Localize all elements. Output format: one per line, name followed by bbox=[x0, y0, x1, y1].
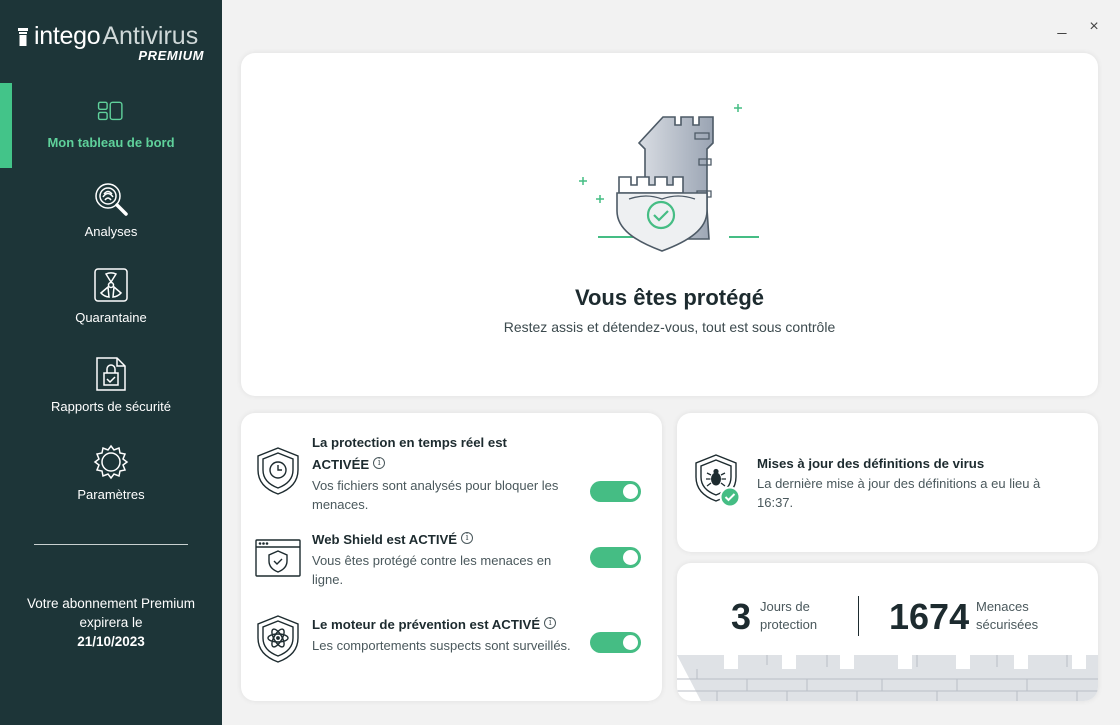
close-button[interactable]: × bbox=[1085, 18, 1103, 36]
subscription-line-1: Votre abonnement Premium bbox=[26, 596, 196, 611]
sidebar-item-label: Paramètres bbox=[77, 487, 145, 502]
web-shield-title: Web Shield est ACTIVÉ i bbox=[312, 529, 582, 551]
info-icon[interactable]: i bbox=[544, 617, 557, 629]
prevention-engine-title-text: Le moteur de prévention est ACTIVÉ bbox=[312, 617, 541, 632]
castle-shield-illustration bbox=[579, 104, 759, 252]
gear-icon bbox=[93, 444, 129, 480]
subscription-expiry-date: 21/10/2023 bbox=[77, 634, 145, 649]
clock-shield-icon bbox=[257, 447, 299, 495]
info-icon[interactable]: i bbox=[373, 457, 386, 469]
days-protected-value: 3 bbox=[731, 596, 752, 637]
sidebar-divider bbox=[34, 544, 188, 545]
web-shield-description: Vous êtes protégé contre les menaces en … bbox=[312, 553, 552, 587]
virus-definitions-title: Mises à jour des définitions de virus bbox=[757, 456, 985, 471]
realtime-protection-title: La protection en temps réel est ACTIVÉE i bbox=[312, 432, 582, 476]
prevention-engine-toggle[interactable] bbox=[590, 632, 641, 653]
browser-shield-icon bbox=[255, 539, 301, 577]
brand-name: intego bbox=[34, 22, 101, 50]
statistics-card: 3 Jours de protection 1674 Menaces sécur… bbox=[677, 563, 1098, 701]
virus-definitions-description: La dernière mise à jour des définitions … bbox=[757, 476, 1041, 510]
sidebar-item-dashboard[interactable]: Mon tableau de bord bbox=[0, 100, 222, 152]
sidebar-item-analyses[interactable]: Analyses bbox=[0, 181, 222, 241]
days-label-line-2: protection bbox=[760, 617, 818, 632]
prevention-engine-title: Le moteur de prévention est ACTIVÉ i bbox=[312, 614, 582, 636]
protection-status-card: Vous êtes protégé Restez assis et détend… bbox=[241, 53, 1098, 396]
app-logo: intego Antivirus PREMIUM bbox=[18, 22, 208, 63]
days-label-line-1: Jours de bbox=[760, 599, 810, 614]
sidebar-item-label: Quarantaine bbox=[75, 310, 147, 325]
threats-secured-label: Menaces sécurisées bbox=[976, 598, 1038, 634]
web-shield-toggle[interactable] bbox=[590, 547, 641, 568]
sidebar-item-label: Mon tableau de bord bbox=[47, 135, 175, 150]
product-name: Antivirus bbox=[102, 22, 199, 50]
sidebar-item-parametres[interactable]: Paramètres bbox=[0, 444, 222, 504]
info-icon[interactable]: i bbox=[461, 532, 474, 544]
threats-label-line-1: Menaces bbox=[976, 599, 1029, 614]
scan-icon bbox=[95, 183, 128, 216]
minimize-button[interactable]: _ bbox=[1053, 18, 1071, 36]
sidebar-item-label: Analyses bbox=[84, 224, 138, 239]
subscription-info: Votre abonnement Premium expirera le 21/… bbox=[0, 594, 222, 651]
days-protected-label: Jours de protection bbox=[760, 598, 817, 634]
sidebar-item-quarantaine[interactable]: Quarantaine bbox=[0, 267, 222, 327]
atom-shield-icon bbox=[257, 615, 299, 663]
quarantine-icon bbox=[94, 268, 128, 302]
tower-logo-icon bbox=[18, 27, 28, 46]
prevention-engine-description: Les comportements suspects sont surveill… bbox=[312, 638, 571, 653]
sidebar-item-label: Rapports de sécurité bbox=[51, 399, 171, 414]
protection-modules-card: La protection en temps réel est ACTIVÉE i… bbox=[241, 413, 662, 701]
sidebar: intego Antivirus PREMIUM Mon tableau de … bbox=[0, 0, 222, 725]
realtime-title-part-1: La protection en temps réel est bbox=[312, 435, 507, 450]
bug-shield-icon bbox=[695, 454, 741, 508]
stats-separator bbox=[858, 596, 859, 636]
subscription-line-2: expirera le bbox=[79, 615, 143, 630]
sidebar-item-rapports[interactable]: Rapports de sécurité bbox=[0, 356, 222, 416]
virus-definitions-card: Mises à jour des définitions de virus La… bbox=[677, 413, 1098, 552]
threats-secured-value: 1674 bbox=[889, 596, 970, 637]
realtime-protection-toggle[interactable] bbox=[590, 481, 641, 502]
dashboard-icon bbox=[97, 101, 123, 121]
realtime-protection-description: Vos fichiers sont analysés pour bloquer … bbox=[312, 478, 559, 512]
threats-label-line-2: sécurisées bbox=[976, 617, 1039, 632]
product-tier: PREMIUM bbox=[138, 48, 204, 63]
realtime-title-part-2: ACTIVÉE bbox=[312, 457, 370, 472]
castle-wall-decoration bbox=[677, 655, 1098, 701]
protection-status-title: Vous êtes protégé bbox=[574, 285, 765, 310]
protection-status-subtitle: Restez assis et détendez-vous, tout est … bbox=[503, 319, 836, 335]
reports-icon bbox=[96, 357, 126, 391]
web-shield-title-text: Web Shield est ACTIVÉ bbox=[312, 532, 458, 547]
